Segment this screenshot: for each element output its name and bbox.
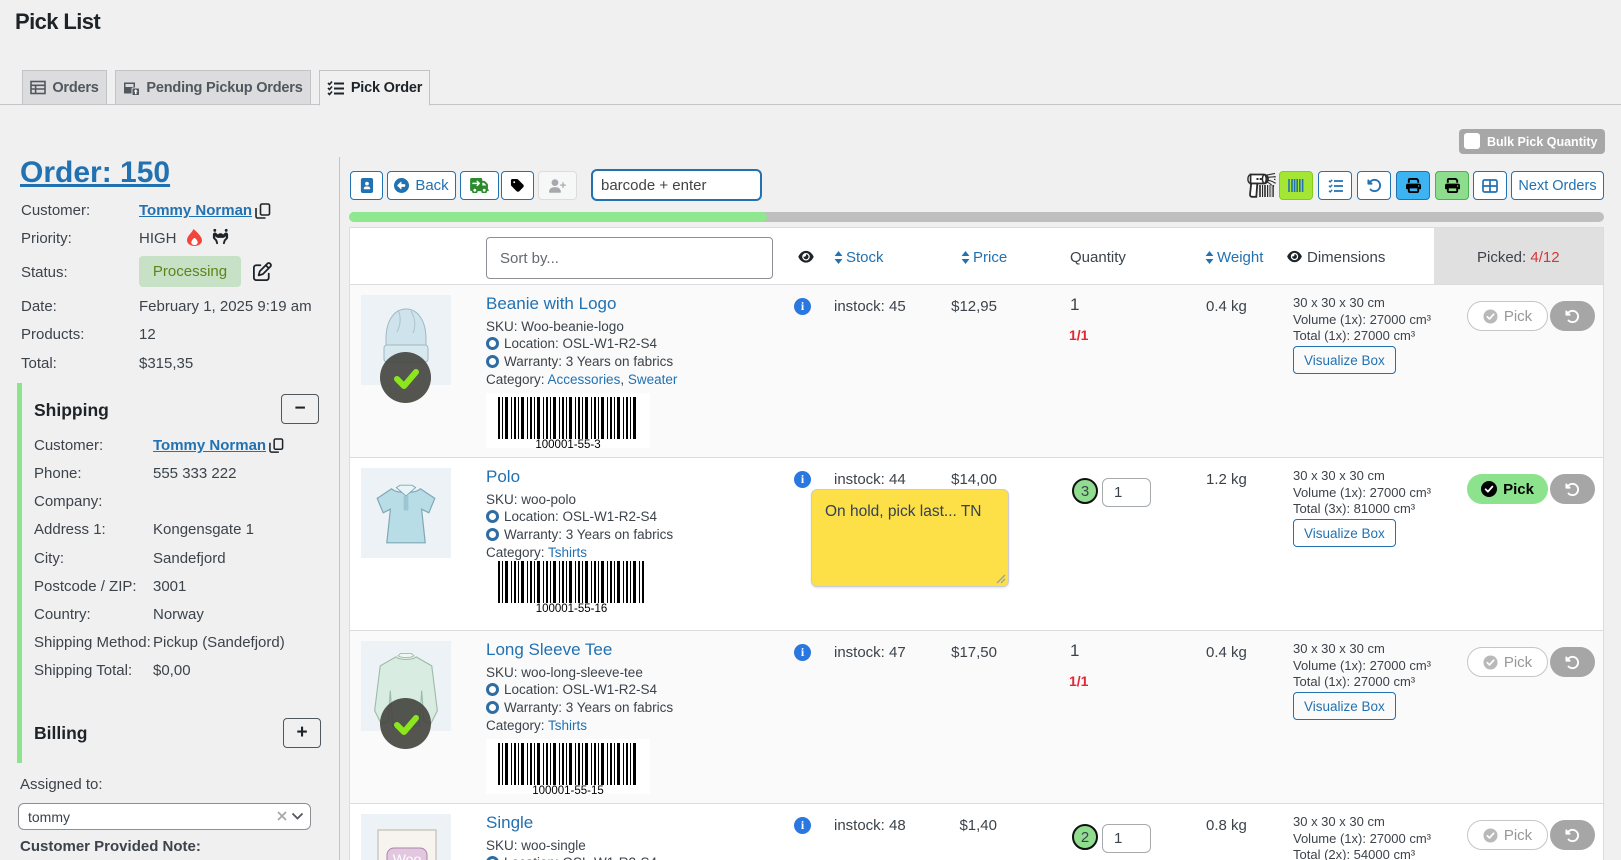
svg-text:Woo: Woo — [393, 851, 422, 860]
